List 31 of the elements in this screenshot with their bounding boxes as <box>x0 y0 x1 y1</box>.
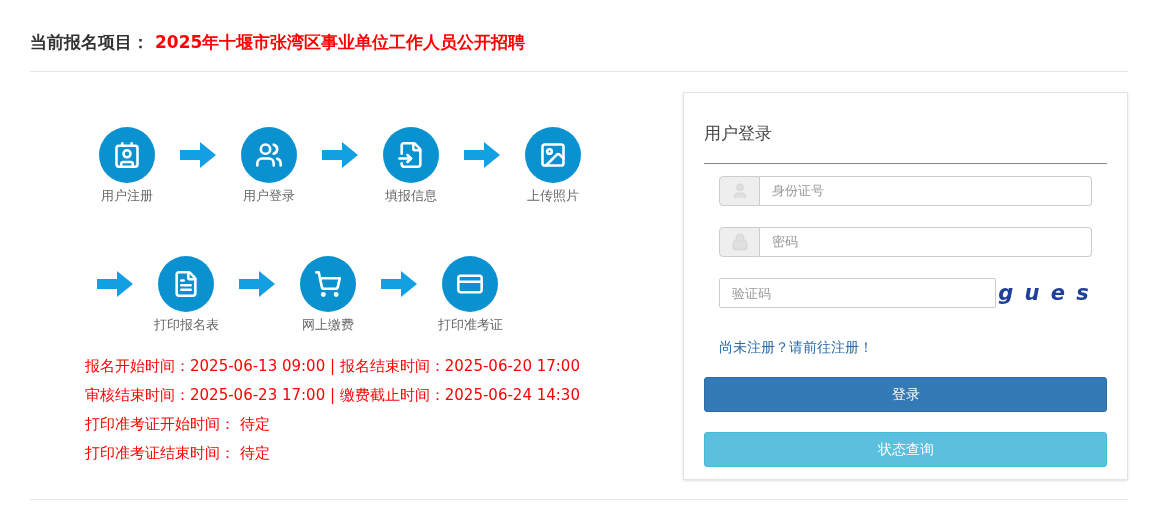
schedule-text: 报名开始时间：2025-06-13 09:00 | 报名结束时间：2025-06-20 17:00 <box>85 356 581 376</box>
arrow-icon <box>239 270 275 297</box>
step-label: 打印准考证 <box>437 315 503 334</box>
input-field[interactable]: 密码 <box>760 226 1092 257</box>
image-icon <box>539 141 567 169</box>
header-label: 当前报名项目： <box>30 30 149 54</box>
input-field[interactable]: 身份证号 <box>760 175 1092 206</box>
cart-icon <box>314 269 342 298</box>
project-title: 2025年十堰市张湾区事业单位工作人员公开招聘 <box>155 30 526 54</box>
schedule-text: 打印准考证开始时间： 待定 <box>85 414 271 434</box>
arrow-icon <box>97 270 133 297</box>
arrow-icon <box>381 270 417 297</box>
captcha-image[interactable]: g u e s <box>998 277 1091 309</box>
schedule-text: 审核结束时间：2025-06-23 17:00 | 缴费截止时间：2025-06-24 14:30 <box>85 385 581 405</box>
schedule-text: 打印准考证结束时间： 待定 <box>85 443 271 463</box>
login-button[interactable]: 登录 <box>704 377 1107 412</box>
step-label: 打印报名表 <box>153 315 219 334</box>
step-label: 上传照片 <box>527 187 579 205</box>
arrow-icon <box>322 142 358 168</box>
step-label: 用户登录 <box>243 187 295 205</box>
register-link[interactable]: 尚未注册？请前往注册！ <box>719 339 874 355</box>
document-icon <box>172 269 200 298</box>
panel-title: 用户登录 <box>704 93 1107 164</box>
step-label: 网上缴费 <box>302 315 354 334</box>
captcha-field[interactable]: 验证码 <box>719 278 997 309</box>
users-icon <box>255 141 283 169</box>
step-label: 用户注册 <box>101 187 153 205</box>
arrow-icon <box>464 142 500 168</box>
arrow-icon <box>180 142 216 168</box>
contact-card-icon <box>113 141 141 169</box>
step-label: 填报信息 <box>385 187 437 205</box>
